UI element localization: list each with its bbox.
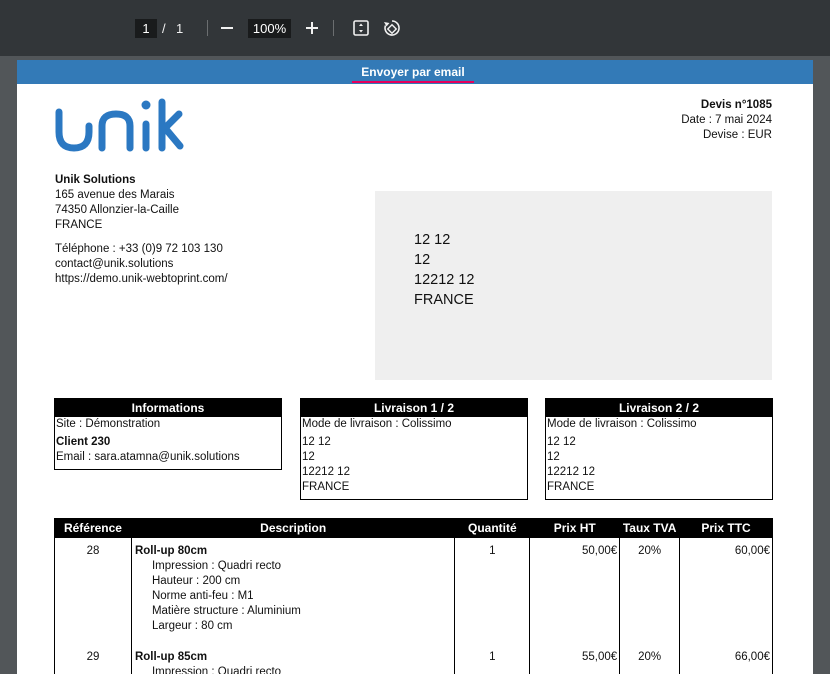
table-row: 29 Roll-up 85cm Impression : Quadri rect…	[54, 650, 773, 674]
fit-page-icon	[353, 20, 369, 36]
recipient-line: 12 12	[414, 232, 451, 248]
zoom-level-input[interactable]: 100%	[248, 19, 291, 38]
product-name: Roll-up 80cm	[134, 545, 208, 557]
col-header-price-ht: Prix HT	[529, 518, 621, 538]
quote-number: Devis n°1085	[700, 99, 772, 111]
table-header-row: Référence Description Quantité Prix HT T…	[54, 518, 773, 538]
company-phone: Téléphone : +33 (0)9 72 103 130	[55, 243, 223, 255]
company-street: 165 avenue des Marais	[55, 189, 175, 201]
livraison-1-line: 12212 12	[302, 466, 350, 478]
page-total: 1	[176, 21, 184, 36]
company-address: Unik Solutions 165 avenue des Marais 743…	[55, 173, 228, 287]
company-name: Unik Solutions	[55, 174, 136, 186]
company-country: FRANCE	[55, 219, 103, 231]
email-bar: Envoyer par email	[17, 60, 813, 84]
livraison-1-title: Livraison 1 / 2	[301, 399, 527, 417]
col-header-tva: Taux TVA	[619, 518, 681, 538]
item-reference: 28	[54, 538, 132, 634]
info-site: Site : Démonstration	[56, 418, 161, 430]
livraison-1-box: Livraison 1 / 2 Mode de livraison : Coli…	[300, 398, 528, 500]
minus-icon	[221, 27, 233, 29]
pdf-toolbar: 1 / 1 100%	[0, 0, 830, 56]
item-quantity: 1	[454, 538, 531, 634]
page-separator: /	[162, 21, 166, 36]
recipient-line: 12	[414, 252, 431, 268]
rotate-icon	[384, 20, 400, 36]
recipient-address-box: 12 12 12 12212 12 FRANCE	[375, 191, 772, 380]
item-description: Roll-up 85cm Impression : Quadri recto	[130, 650, 456, 674]
item-tva: 20%	[619, 538, 681, 634]
product-option: Hauteur : 200 cm	[151, 575, 241, 587]
recipient-line: FRANCE	[414, 292, 474, 308]
livraison-2-line: 12 12	[547, 436, 576, 448]
product-option: Impression : Quadri recto	[151, 560, 282, 572]
informations-title: Informations	[55, 399, 281, 417]
livraison-2-box: Livraison 2 / 2 Mode de livraison : Coli…	[545, 398, 773, 500]
toolbar-divider	[207, 20, 208, 36]
toolbar-divider	[333, 20, 334, 36]
company-city: 74350 Allonzier-la-Caille	[55, 204, 180, 216]
informations-box: Informations Site : Démonstration Client…	[54, 398, 282, 470]
product-option: Norme anti-feu : M1	[151, 590, 254, 602]
product-option: Impression : Quadri recto	[151, 666, 282, 674]
email-link-underline	[352, 81, 474, 83]
livraison-2-title: Livraison 2 / 2	[546, 399, 772, 417]
info-client: Client 230	[56, 436, 111, 448]
item-reference: 29	[54, 650, 132, 674]
col-header-quantity: Quantité	[454, 518, 531, 538]
livraison-1-line: FRANCE	[302, 481, 350, 493]
product-name: Roll-up 85cm	[134, 651, 208, 663]
item-quantity: 1	[454, 650, 531, 674]
recipient-line: 12212 12	[414, 272, 475, 288]
livraison-2-line: 12	[547, 451, 560, 463]
product-option: Matière structure : Aluminium	[151, 605, 301, 617]
item-price-ht: 50,00€	[529, 538, 621, 634]
row-spacer	[54, 634, 773, 650]
quote-header: Devis n°1085 Date : 7 mai 2024 Devise : …	[681, 98, 772, 143]
info-email: Email : sara.atamna@unik.solutions	[56, 451, 240, 463]
send-email-link[interactable]: Envoyer par email	[353, 64, 473, 80]
quote-date: Date : 7 mai 2024	[681, 114, 772, 126]
col-header-description: Description	[130, 518, 456, 538]
zoom-in-button[interactable]	[300, 16, 324, 40]
items-table: Référence Description Quantité Prix HT T…	[54, 518, 773, 674]
unik-logo	[55, 98, 184, 152]
plus-icon	[306, 22, 318, 34]
page-number-input[interactable]: 1	[135, 19, 157, 38]
col-header-reference: Référence	[54, 518, 132, 538]
item-description: Roll-up 80cm Impression : Quadri recto H…	[130, 538, 456, 634]
fit-to-page-button[interactable]	[349, 16, 373, 40]
livraison-2-line: 12212 12	[547, 466, 595, 478]
zoom-out-button[interactable]	[215, 16, 239, 40]
company-email: contact@unik.solutions	[55, 258, 174, 270]
product-option: Largeur : 80 cm	[151, 620, 233, 632]
livraison-1-line: 12 12	[302, 436, 331, 448]
livraison-2-mode: Mode de livraison : Colissimo	[547, 418, 697, 430]
livraison-1-line: 12	[302, 451, 315, 463]
company-website: https://demo.unik-webtoprint.com/	[55, 273, 228, 285]
pdf-page: Envoyer par email Devis n°1085 Date : 7 …	[17, 60, 813, 674]
rotate-button[interactable]	[380, 16, 404, 40]
quote-currency: Devise : EUR	[702, 129, 772, 141]
item-price-ht: 55,00€	[529, 650, 621, 674]
item-tva: 20%	[619, 650, 681, 674]
item-price-ttc: 66,00€	[679, 650, 773, 674]
col-header-price-ttc: Prix TTC	[679, 518, 773, 538]
table-row: 28 Roll-up 80cm Impression : Quadri rect…	[54, 538, 773, 634]
livraison-2-line: FRANCE	[547, 481, 595, 493]
livraison-1-mode: Mode de livraison : Colissimo	[302, 418, 452, 430]
item-price-ttc: 60,00€	[679, 538, 773, 634]
